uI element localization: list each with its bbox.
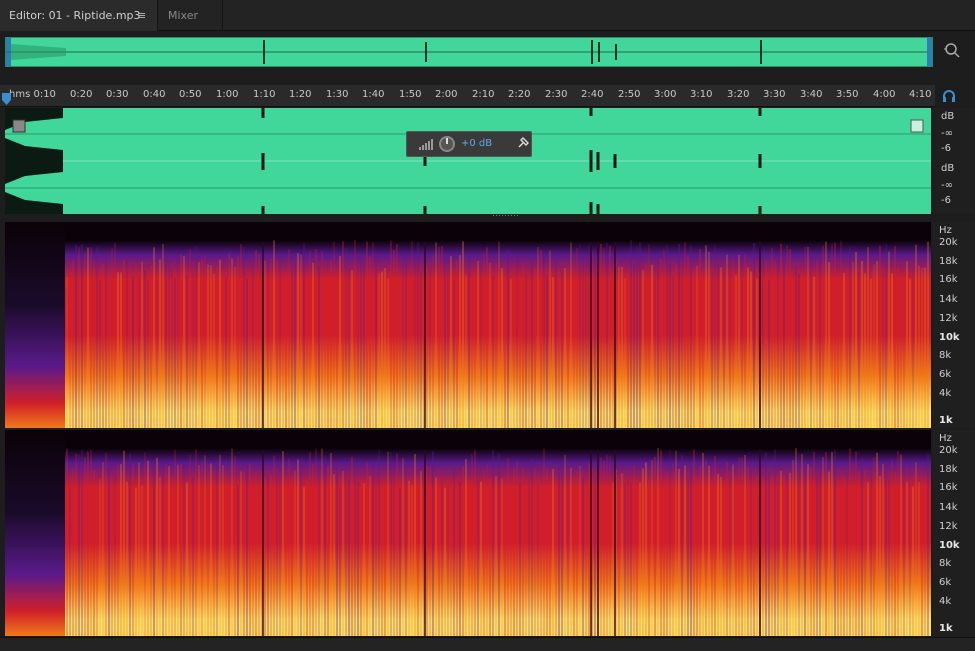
hz-label: 4k xyxy=(939,388,952,399)
ruler-tick-label: hms 0:10 xyxy=(9,89,56,100)
hz-label: 10k xyxy=(939,540,960,551)
hz-label: 14k xyxy=(939,502,958,513)
ruler-tick-label: 4:10 xyxy=(909,89,932,100)
ruler-tick-label: 1:30 xyxy=(326,89,349,100)
spectrogram-streaks xyxy=(66,448,929,636)
spectral-display-right[interactable] xyxy=(5,430,931,636)
panel-divider-grip[interactable] xyxy=(493,214,519,218)
spectral-display-left[interactable] xyxy=(5,222,931,428)
ruler-tick-label: 0:40 xyxy=(143,89,166,100)
ruler-tick-label: 1:00 xyxy=(216,89,239,100)
spectrogram-streaks xyxy=(66,240,929,428)
headphones-icon[interactable] xyxy=(941,88,957,104)
playhead-marker-icon[interactable] xyxy=(2,93,11,105)
overview-navigator[interactable] xyxy=(5,37,933,67)
ruler-tick-label: 2:40 xyxy=(581,89,604,100)
hz-label: 18k xyxy=(939,256,958,267)
db-neginf-bottom: -∞ xyxy=(941,180,953,191)
hz-label: Hz xyxy=(939,433,952,444)
zoom-magnifier-icon[interactable] xyxy=(943,41,961,59)
tab-mixer-label: Mixer xyxy=(168,9,199,22)
db-label-top: dB xyxy=(941,111,955,122)
amplitude-scale: dB -∞ -6 dB -∞ -6 xyxy=(933,108,975,214)
ruler-tick-label: 2:10 xyxy=(472,89,495,100)
ruler-tick-label: 0:20 xyxy=(70,89,93,100)
ruler-tick-label: 2:20 xyxy=(508,89,531,100)
frequency-scale-bottom: Hz 20k 18k 16k 14k 12k 10k 8k 6k 4k 1k xyxy=(933,430,975,636)
hz-label: 4k xyxy=(939,596,952,607)
hz-label: 8k xyxy=(939,350,952,361)
ruler-tick-label: 2:00 xyxy=(435,89,458,100)
hz-label: Hz xyxy=(939,225,952,236)
waveform-display[interactable] xyxy=(5,108,931,214)
ruler-tick-label: 1:10 xyxy=(253,89,276,100)
ruler-tick-label: 2:30 xyxy=(545,89,568,100)
ruler-tick-label: 2:50 xyxy=(618,89,641,100)
hz-label: 18k xyxy=(939,464,958,475)
tab-menu-icon[interactable]: ≡ xyxy=(137,0,146,31)
hz-label: 10k xyxy=(939,332,960,343)
overview-waveform xyxy=(6,40,932,64)
ruler-tick-label: 1:20 xyxy=(289,89,312,100)
tab-mixer[interactable]: Mixer xyxy=(159,0,223,31)
hz-label: 6k xyxy=(939,369,952,380)
hz-label: 16k xyxy=(939,482,958,493)
panel-tab-bar: Editor: 01 - Riptide.mp3 ≡ Mixer xyxy=(0,0,975,31)
ruler-tick-label: 3:10 xyxy=(690,89,713,100)
ruler-tick-label: 3:50 xyxy=(836,89,859,100)
hz-label: 16k xyxy=(939,274,958,285)
volume-value[interactable]: +0 dB xyxy=(461,138,492,149)
ruler-tick-label: 3:30 xyxy=(763,89,786,100)
hz-label: 14k xyxy=(939,294,958,305)
hz-label: 20k xyxy=(939,445,958,456)
ruler-tick-label: 3:00 xyxy=(654,89,677,100)
hz-label: 12k xyxy=(939,313,958,324)
frequency-scale-top: Hz 20k 18k 16k 14k 12k 10k 8k 6k 4k 1k xyxy=(933,222,975,428)
overview-right-handle[interactable] xyxy=(927,38,932,66)
pin-icon[interactable] xyxy=(515,137,529,151)
ruler-tick-label: 0:50 xyxy=(179,89,202,100)
ruler-tick-label: 3:20 xyxy=(727,89,750,100)
hz-label: 12k xyxy=(939,521,958,532)
db-label-bottom: dB xyxy=(941,163,955,174)
time-ruler[interactable]: hms 0:10 0:20 0:30 0:40 0:50 1:00 1:10 1:20 1:30… xyxy=(0,85,935,107)
ruler-tick-label: 3:40 xyxy=(800,89,823,100)
db-minus6-top: -6 xyxy=(941,143,951,154)
hz-label: 20k xyxy=(939,237,958,248)
hz-label: 8k xyxy=(939,558,952,569)
db-minus6-bottom: -6 xyxy=(941,195,951,206)
clip-volume-hud[interactable]: +0 dB xyxy=(406,131,532,157)
ruler-tick-label: 0:30 xyxy=(106,89,129,100)
hz-label: 6k xyxy=(939,577,952,588)
volume-knob-icon[interactable] xyxy=(437,134,457,154)
ruler-tick-label: 4:00 xyxy=(873,89,896,100)
tab-editor-label: Editor: 01 - Riptide.mp3 xyxy=(9,9,141,22)
ruler-tick-label: 1:40 xyxy=(362,89,385,100)
tab-editor[interactable]: Editor: 01 - Riptide.mp3 xyxy=(0,0,158,31)
db-neginf-top: -∞ xyxy=(941,128,953,139)
ruler-tick-label: 1:50 xyxy=(399,89,422,100)
transport-bar xyxy=(0,637,975,651)
hz-label: 1k xyxy=(939,415,953,426)
waveform-graphic xyxy=(5,108,931,214)
hz-label: 1k xyxy=(939,623,953,634)
